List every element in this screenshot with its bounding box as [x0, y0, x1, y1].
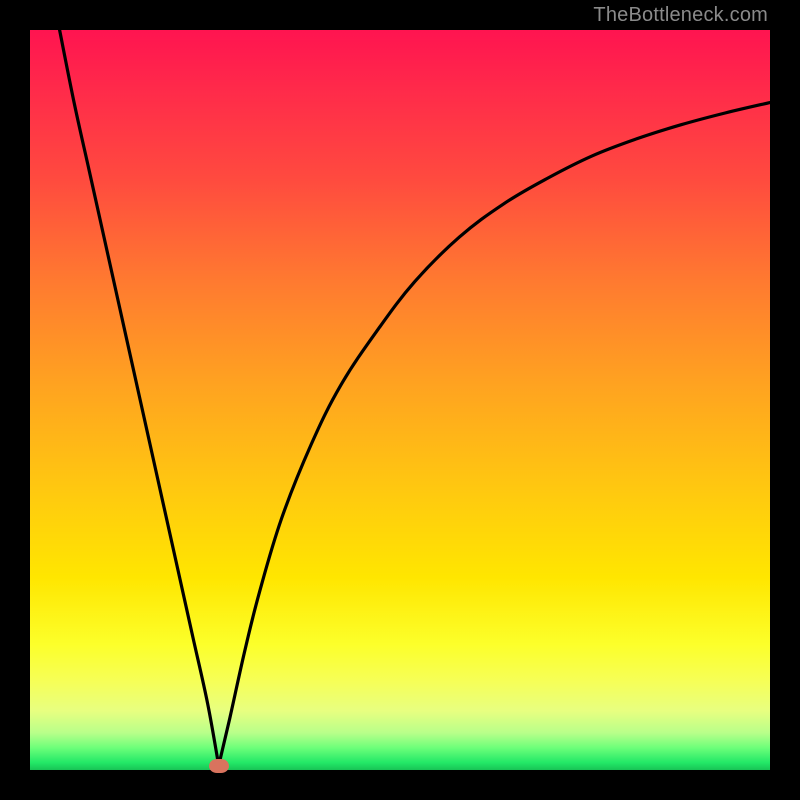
watermark-text: TheBottleneck.com: [593, 4, 768, 27]
plot-area: [30, 30, 770, 770]
chart-frame: TheBottleneck.com: [0, 0, 800, 800]
curve-right-branch: [219, 103, 770, 766]
optimum-marker: [209, 759, 229, 773]
bottleneck-curve: [30, 30, 770, 770]
curve-left-branch: [60, 30, 219, 766]
